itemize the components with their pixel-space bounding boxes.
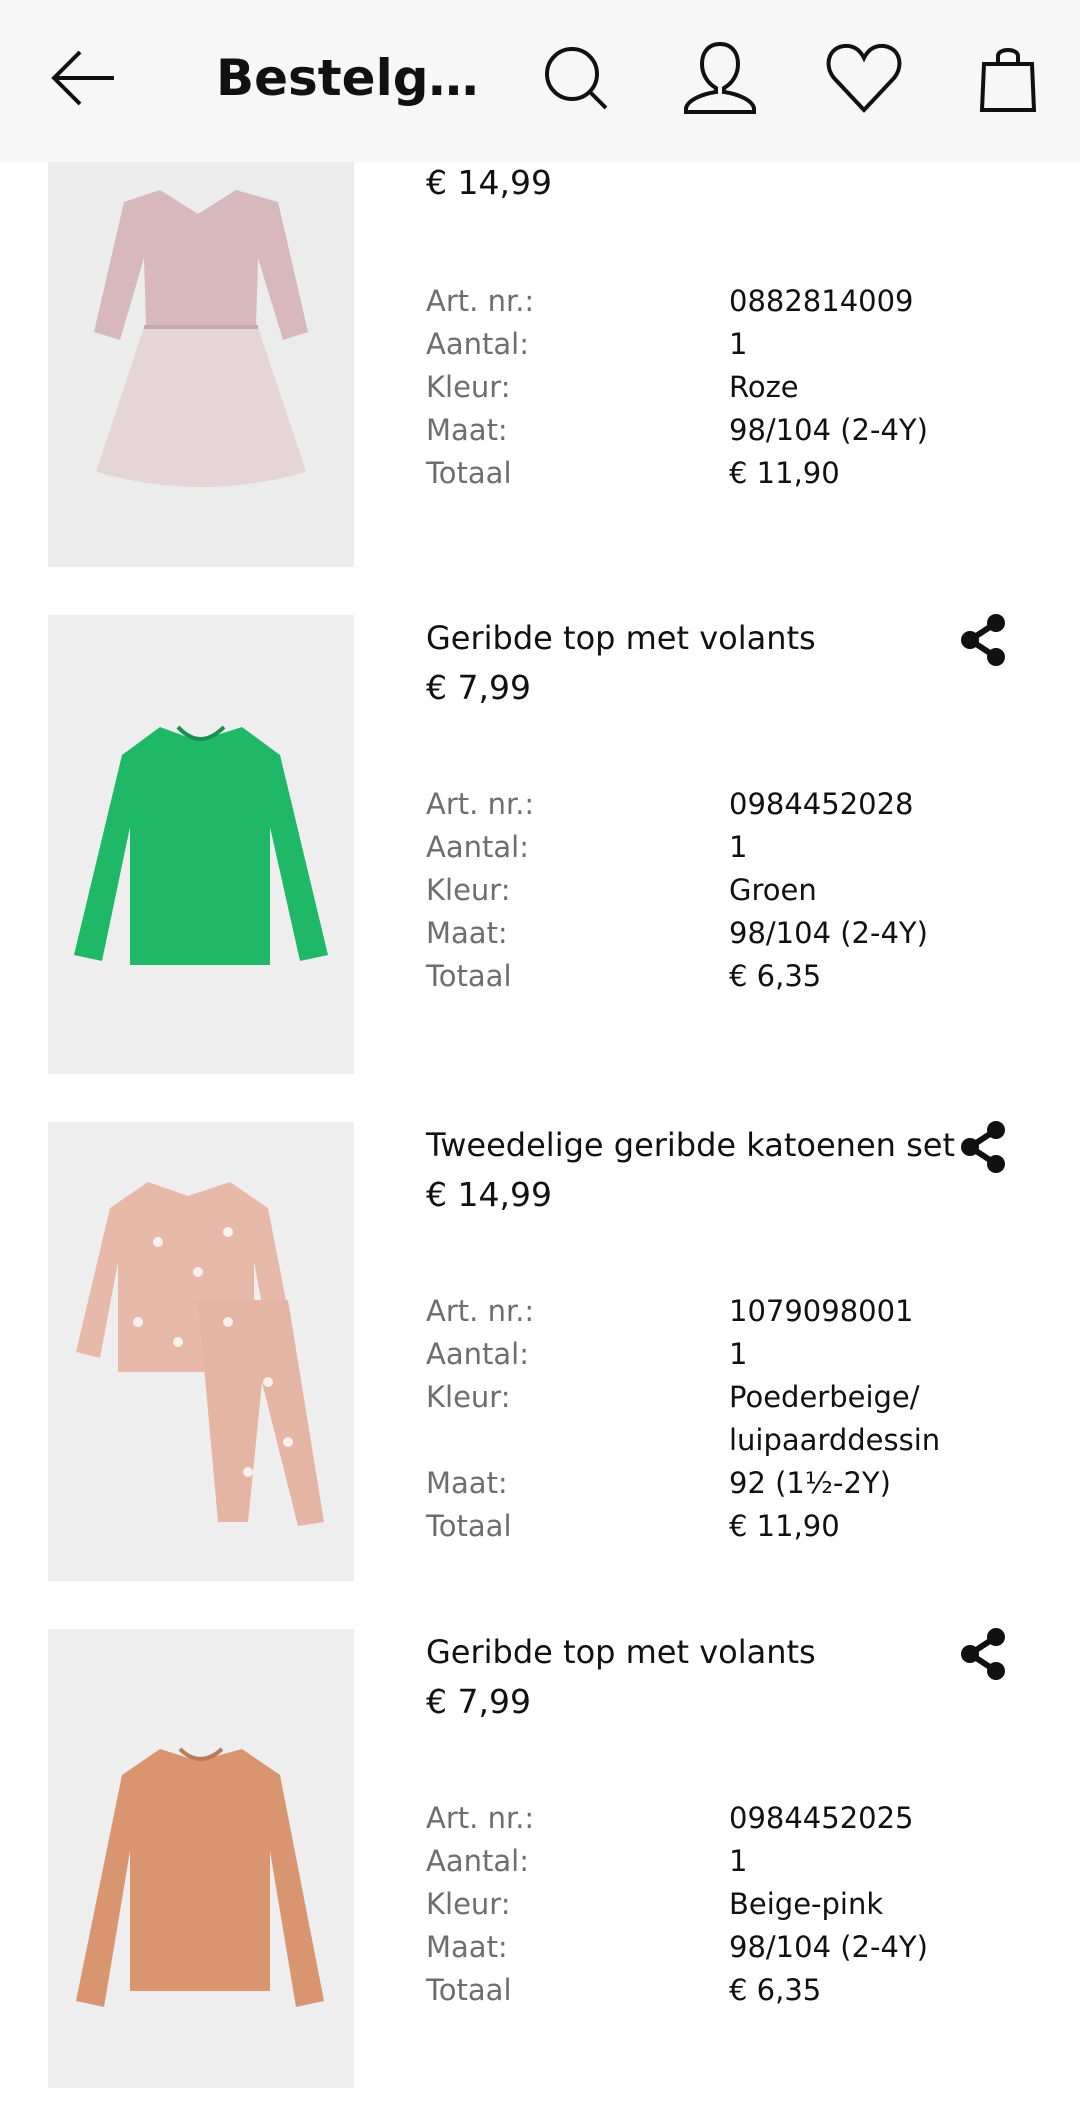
total-label: Totaal [426, 959, 512, 993]
total-value: € 11,90 [729, 456, 840, 490]
total-value: € 6,35 [729, 1973, 822, 2007]
product-image[interactable] [48, 615, 354, 1074]
product-details: Art. nr.: 0984452028 Aantal: 1 Kleur: Groen… [426, 783, 1046, 998]
product-name[interactable]: Tweedelige geribde katoenen set [426, 1122, 955, 1168]
share-icon[interactable] [958, 1120, 1008, 1174]
product-image[interactable] [48, 162, 354, 567]
size-label: Maat: [426, 1466, 508, 1500]
total-label: Totaal [426, 456, 512, 490]
two-piece-set-illustration [48, 1122, 354, 1581]
product-name[interactable]: Geribde top met volants [426, 615, 816, 661]
color-value: Groen [729, 873, 817, 907]
beige-top-illustration [48, 1629, 354, 2088]
heart-icon[interactable] [822, 36, 906, 120]
product-price: € 7,99 [426, 1682, 531, 1721]
product-details: Art. nr.: 0882814009 Aantal: 1 Kleur: Roze … [426, 280, 1046, 495]
total-value: € 11,90 [729, 1509, 840, 1543]
art-label: Art. nr.: [426, 284, 535, 318]
account-icon[interactable] [678, 36, 762, 120]
size-label: Maat: [426, 1930, 508, 1964]
product-image[interactable] [48, 1629, 354, 2088]
product-image[interactable] [48, 1122, 354, 1581]
size-value: 92 (1½-2Y) [729, 1466, 891, 1500]
product-price: € 14,99 [426, 1175, 552, 1214]
art-value: 1079098001 [729, 1294, 914, 1328]
art-label: Art. nr.: [426, 1801, 535, 1835]
art-value: 0882814009 [729, 284, 914, 318]
product-details: Art. nr.: 1079098001 Aantal: 1 Kleur: Poede… [426, 1290, 1046, 1548]
top-bar: Bestelgeg... [0, 0, 1080, 162]
qty-label: Aantal: [426, 327, 529, 361]
color-value: Beige-pink [729, 1887, 884, 1921]
art-value: 0984452028 [729, 787, 914, 821]
total-label: Totaal [426, 1973, 512, 2007]
qty-value: 1 [729, 1337, 748, 1371]
art-label: Art. nr.: [426, 1294, 535, 1328]
product-details: Art. nr.: 0984452025 Aantal: 1 Kleur: Beige… [426, 1797, 1046, 2012]
size-value: 98/104 (2-4Y) [729, 916, 928, 950]
green-top-illustration [48, 615, 354, 1074]
color-label: Kleur: [426, 1380, 511, 1414]
color-label: Kleur: [426, 370, 511, 404]
product-price: € 7,99 [426, 668, 531, 707]
qty-label: Aantal: [426, 830, 529, 864]
qty-label: Aantal: [426, 1337, 529, 1371]
search-icon[interactable] [534, 36, 618, 120]
order-items-list: € 14,99 Art. nr.: 0882814009 Aantal: 1 Kle… [0, 0, 1080, 2105]
qty-value: 1 [729, 830, 748, 864]
size-label: Maat: [426, 916, 508, 950]
shopping-bag-icon[interactable] [966, 36, 1050, 120]
art-label: Art. nr.: [426, 787, 535, 821]
share-icon[interactable] [958, 1627, 1008, 1681]
product-name[interactable]: Geribde top met volants [426, 1629, 816, 1675]
color-value: Roze [729, 370, 799, 404]
product-price: € 14,99 [426, 163, 552, 202]
qty-label: Aantal: [426, 1844, 529, 1878]
total-label: Totaal [426, 1509, 512, 1543]
art-value: 0984452025 [729, 1801, 914, 1835]
share-icon[interactable] [958, 613, 1008, 667]
size-value: 98/104 (2-4Y) [729, 413, 928, 447]
qty-value: 1 [729, 327, 748, 361]
back-arrow-icon[interactable] [48, 42, 120, 114]
total-value: € 6,35 [729, 959, 822, 993]
page-title: Bestelgeg... [216, 49, 496, 107]
color-label: Kleur: [426, 873, 511, 907]
tutu-dress-illustration [48, 162, 354, 567]
color-label: Kleur: [426, 1887, 511, 1921]
size-label: Maat: [426, 413, 508, 447]
size-value: 98/104 (2-4Y) [729, 1930, 928, 1964]
qty-value: 1 [729, 1844, 748, 1878]
color-value: Poederbeige/ luipaarddessin [729, 1380, 941, 1457]
